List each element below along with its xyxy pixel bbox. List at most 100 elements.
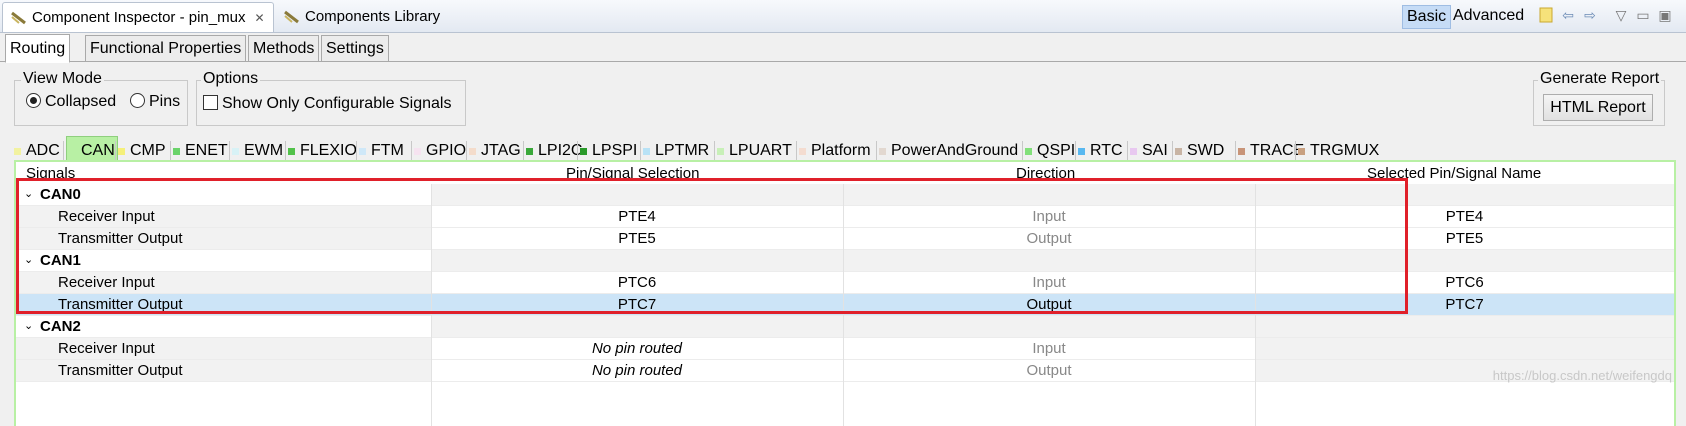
basic-button[interactable]: Basic [1402,5,1452,29]
peripheral-tab-label: JTAG [481,142,521,159]
view-tab-bar: Component Inspector - pin_mux ✕ Componen… [0,0,1686,33]
table-row[interactable]: Transmitter Output No pin routed Output [16,360,1674,382]
peripheral-tab-label: LPTMR [655,142,710,159]
tab-separator [285,141,286,161]
minimize-icon[interactable]: ▭ [1635,7,1651,23]
direction-cell: Input [1032,340,1066,357]
color-swatch-icon [469,147,476,155]
tab-separator [1022,141,1023,161]
signal-name: Transmitter Output [58,362,183,379]
peripheral-tab-label: ADC [26,142,60,159]
tab-separator [796,141,797,161]
view-menu-icon[interactable]: ▽ [1613,7,1629,23]
peripheral-tab-label: QSPI [1037,142,1076,159]
peripheral-tab-label: RTC [1090,142,1123,159]
cell-background [1255,338,1674,359]
maximize-icon[interactable]: ▣ [1657,7,1673,23]
peripheral-tab-label: SAI [1142,142,1168,159]
view-tab-component-inspector[interactable]: Component Inspector - pin_mux ✕ [2,2,274,32]
tab-separator [523,141,524,161]
components-library-icon [284,10,300,24]
peripheral-tab-label: PowerAndGround [891,142,1019,159]
cell-background [431,316,843,337]
color-swatch-icon [1175,147,1182,155]
color-swatch-icon [879,147,886,155]
color-swatch-icon [288,147,295,155]
tab-separator [356,141,357,161]
table-row[interactable]: Receiver Input No pin routed Input [16,338,1674,360]
peripheral-tab-label: Platform [811,142,871,159]
color-swatch-icon [118,147,125,155]
signal-name: Receiver Input [58,340,155,357]
peripheral-tab-label: TRACE [1250,142,1305,159]
tab-separator [876,141,877,161]
radio-collapsed-label: Collapsed [45,93,117,110]
watermark: https://blog.csdn.net/weifengdq [1492,368,1672,383]
color-swatch-icon [1130,147,1137,155]
color-swatch-icon [359,147,366,155]
view-tab-label: Components Library [305,8,441,25]
tab-settings[interactable]: Settings [321,35,389,61]
tab-separator [63,141,64,161]
color-swatch-icon [1025,147,1032,155]
peripheral-tab-label: FTM [371,142,404,159]
radio-pins[interactable]: Pins [130,93,180,111]
show-only-configurable-checkbox[interactable]: Show Only Configurable Signals [203,95,451,113]
new-note-icon[interactable] [1538,7,1554,23]
color-swatch-icon [69,147,76,154]
tab-separator [714,141,715,161]
radio-collapsed-indicator[interactable] [26,93,41,108]
color-swatch-icon [173,147,180,155]
view-tab-components-library[interactable]: Components Library [276,2,448,31]
forward-arrow-icon[interactable]: ⇨ [1582,7,1598,23]
color-swatch-icon [580,147,587,155]
tab-separator [229,141,230,161]
tab-separator [1172,141,1173,161]
component-inspector-icon [11,11,27,25]
peripheral-tab-label: SWD [1187,142,1225,159]
show-only-label: Show Only Configurable Signals [222,95,452,112]
radio-pins-label: Pins [149,93,181,110]
radio-pins-indicator[interactable] [130,93,145,108]
color-swatch-icon [1238,147,1245,155]
cell-background [1255,316,1674,337]
peripheral-tab-label: GPIO [426,142,467,159]
tab-separator [1075,141,1076,161]
color-swatch-icon [799,147,806,155]
back-arrow-icon[interactable]: ⇦ [1560,7,1576,23]
tab-methods[interactable]: Methods [248,35,320,61]
tab-separator [1127,141,1128,161]
peripheral-tab-label: FLEXIO [300,142,357,159]
tab-separator [1235,141,1236,161]
peripheral-tab-label: EWM [244,142,284,159]
direction-cell: Output [1026,362,1072,379]
advanced-button[interactable]: Advanced [1449,5,1528,27]
chevron-down-icon[interactable]: ⌄ [24,319,33,332]
tab-separator [411,141,412,161]
highlight-box [16,178,1408,314]
pin-selection-cell[interactable]: No pin routed [431,362,843,379]
peripheral-tab-label: CAN [81,141,115,159]
table-group-row[interactable]: ⌄ CAN2 [16,316,1674,338]
view-mode-title: View Mode [21,70,104,88]
tab-separator [577,141,578,161]
generate-report-title: Generate Report [1538,70,1662,88]
cell-background [843,316,1255,337]
color-swatch-icon [232,147,239,155]
pin-selection-cell[interactable]: No pin routed [431,340,843,357]
tab-functional-properties[interactable]: Functional Properties [85,35,247,61]
tab-separator [170,141,171,161]
tab-routing[interactable]: Routing [5,34,71,63]
html-report-button[interactable]: HTML Report [1543,94,1653,121]
peripheral-tab-label: LPSPI [592,142,638,159]
checkbox-indicator[interactable] [203,95,218,110]
close-icon[interactable]: ✕ [254,11,264,25]
peripheral-tab-label: CMP [130,142,166,159]
color-swatch-icon [414,147,421,155]
view-tab-label: Component Inspector - pin_mux [32,9,246,26]
color-swatch-icon [14,147,21,155]
color-swatch-icon [643,147,650,155]
tab-separator [115,141,116,161]
radio-collapsed[interactable]: Collapsed [26,93,116,111]
options-title: Options [201,70,261,88]
